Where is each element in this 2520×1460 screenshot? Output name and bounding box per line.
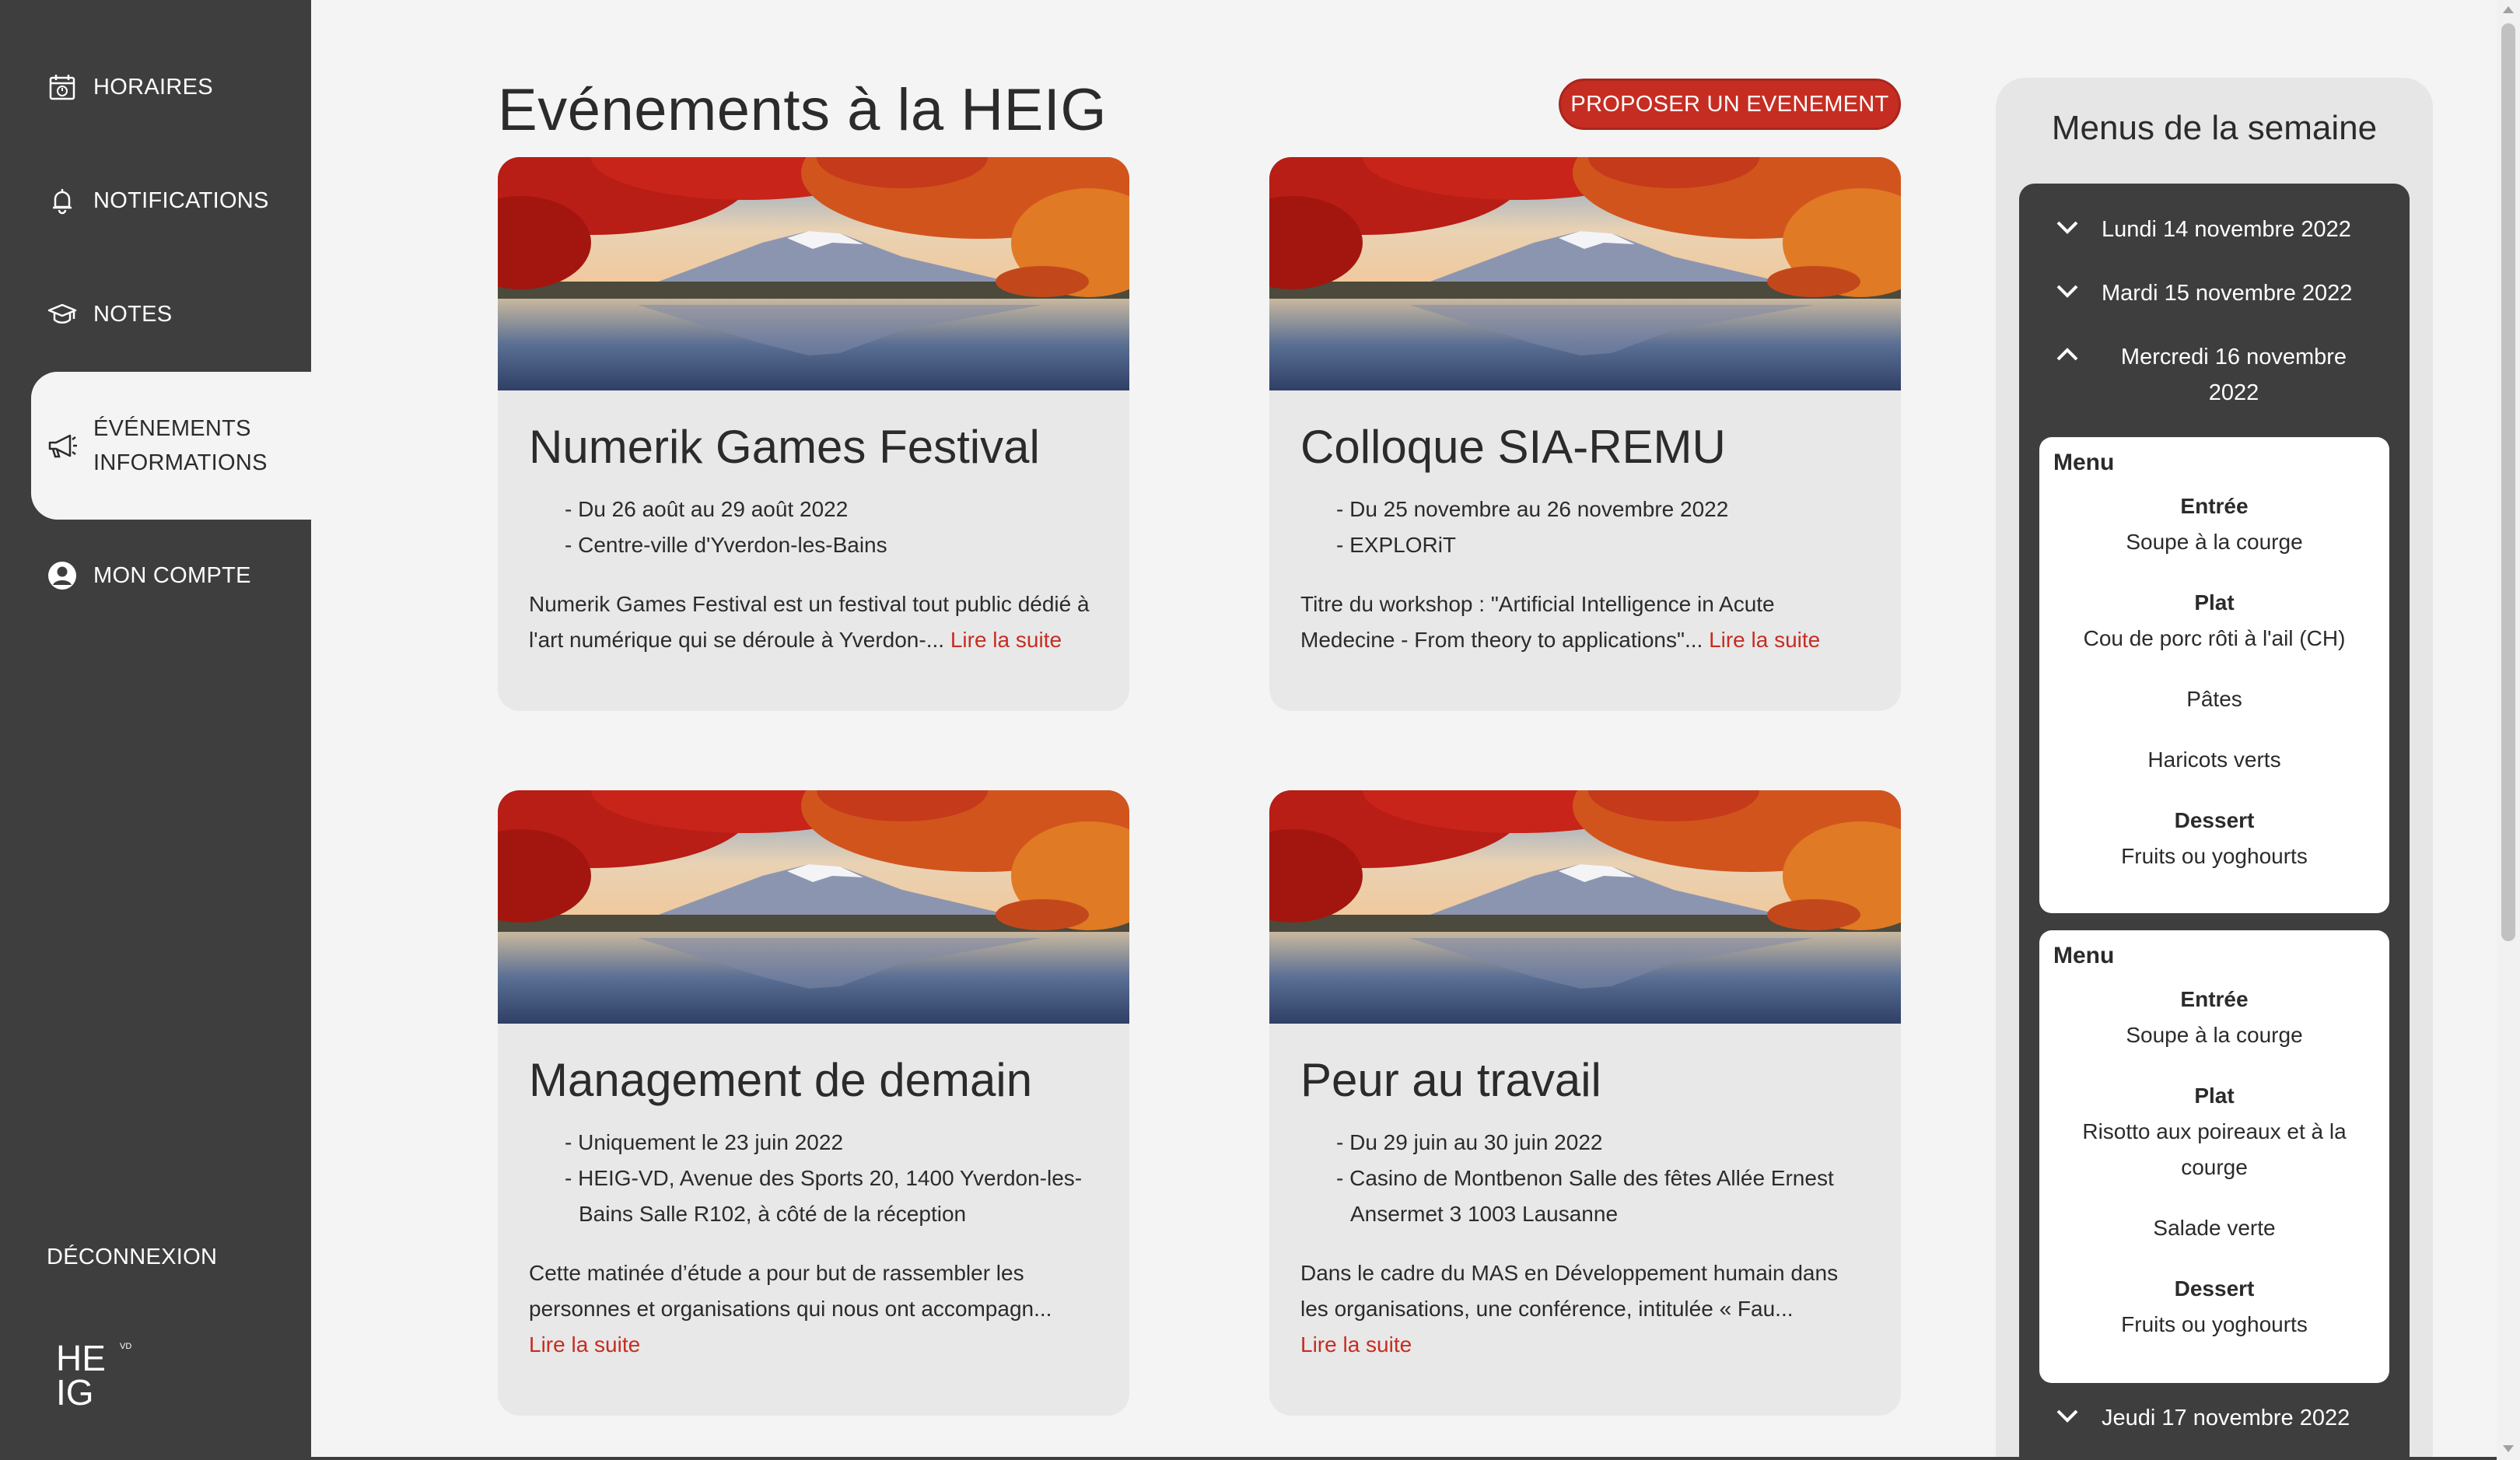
menu-plat-heading: Plat xyxy=(2194,590,2235,614)
chevron-down-icon xyxy=(2056,285,2078,298)
event-date: - Du 26 août au 29 août 2022 xyxy=(565,497,849,521)
menu-card: Menu Entrée Soupe à la courge Plat Risot… xyxy=(2039,930,2389,1383)
scroll-down-arrow-icon[interactable] xyxy=(2503,1445,2514,1452)
event-description: Dans le cadre du MAS en Développement hu… xyxy=(1300,1255,1870,1363)
event-card[interactable]: Management de demain - Uniquement le 23 … xyxy=(498,790,1129,1416)
menu-title: Menu xyxy=(2053,450,2115,475)
menu-title: Menu xyxy=(2053,943,2115,968)
nav-notes[interactable]: NOTES xyxy=(0,297,311,331)
event-card[interactable]: Colloque SIA-REMU - Du 25 novembre au 26… xyxy=(1269,157,1901,711)
day-label: Mercredi 16 novembre 2022 xyxy=(2120,345,2347,405)
read-more-link[interactable]: Lire la suite xyxy=(950,628,1062,652)
menu-dessert-heading: Dessert xyxy=(2174,808,2255,832)
menu-entree-heading: Entrée xyxy=(2180,494,2249,518)
menu-dessert-heading: Dessert xyxy=(2174,1276,2255,1301)
event-date: - Du 29 juin au 30 juin 2022 xyxy=(1336,1130,1603,1154)
event-location: - EXPLORiT xyxy=(1336,533,1457,557)
menu-plat-item: Salade verte xyxy=(2153,1216,2276,1240)
menus-title: Menus de la semaine xyxy=(2051,109,2378,147)
event-location: - Casino de Montbenon Salle des fêtes Al… xyxy=(1336,1166,1834,1226)
day-mercredi[interactable]: Mercredi 16 novembre 2022 xyxy=(2019,339,2410,411)
graduation-cap-icon xyxy=(45,297,79,331)
menu-entree: Soupe à la courge xyxy=(2126,530,2303,554)
event-date: - Du 25 novembre au 26 novembre 2022 xyxy=(1336,497,1729,521)
page-title: Evénements à la HEIG xyxy=(498,77,1108,143)
menu-entree-heading: Entrée xyxy=(2180,987,2249,1011)
menu-plat-item: Pâtes xyxy=(2186,687,2242,711)
user-circle-icon xyxy=(45,558,79,593)
nav-notifications-label: NOTIFICATIONS xyxy=(93,188,269,213)
event-description: Titre du workshop : "Artificial Intellig… xyxy=(1300,586,1870,658)
event-title: Management de demain xyxy=(529,1054,1033,1106)
calendar-icon xyxy=(45,70,79,104)
event-location: - Centre-ville d'Yverdon-les-Bains xyxy=(565,533,887,557)
event-title: Numerik Games Festival xyxy=(529,421,1040,473)
nav-evenements-label: ÉVÉNEMENTS INFORMATIONS xyxy=(93,411,268,480)
scrollbar-thumb[interactable] xyxy=(2501,23,2515,941)
page-scrollbar[interactable] xyxy=(2497,0,2520,1460)
chevron-up-icon xyxy=(2056,348,2078,361)
event-description-text: Dans le cadre du MAS en Développement hu… xyxy=(1300,1261,1839,1321)
day-label: Jeudi 17 novembre 2022 xyxy=(2102,1406,2350,1430)
event-title: Colloque SIA-REMU xyxy=(1300,421,1726,473)
event-image xyxy=(498,790,1129,1024)
event-description: Cette matinée d’étude a pour but de rass… xyxy=(529,1255,1098,1363)
event-description-text: Titre du workshop : "Artificial Intellig… xyxy=(1300,592,1775,652)
read-more-link[interactable]: Lire la suite xyxy=(1300,1332,1412,1357)
read-more-link[interactable]: Lire la suite xyxy=(1709,628,1820,652)
nav-evenements[interactable]: ÉVÉNEMENTS INFORMATIONS xyxy=(31,372,311,520)
menu-entree: Soupe à la courge xyxy=(2126,1023,2303,1047)
event-card[interactable]: Peur au travail - Du 29 juin au 30 juin … xyxy=(1269,790,1901,1416)
nav-evenements-line2: INFORMATIONS xyxy=(93,450,268,475)
menu-card: Menu Entrée Soupe à la courge Plat Cou d… xyxy=(2039,437,2389,913)
bell-icon xyxy=(45,184,79,218)
menu-dessert: Fruits ou yoghourts xyxy=(2121,844,2308,868)
bottom-divider xyxy=(78,1457,2497,1460)
event-card[interactable]: Numerik Games Festival - Du 26 août au 2… xyxy=(498,157,1129,711)
nav-horaires-label: HORAIRES xyxy=(93,75,213,100)
logo-suffix: VD xyxy=(120,1342,131,1351)
day-jeudi[interactable]: Jeudi 17 novembre 2022 xyxy=(2019,1400,2410,1436)
event-details: - Uniquement le 23 juin 2022 - HEIG-VD, … xyxy=(529,1125,1098,1232)
day-label: Lundi 14 novembre 2022 xyxy=(2102,217,2351,242)
nav-mon-compte[interactable]: MON COMPTE xyxy=(0,558,311,593)
heig-logo[interactable]: HE IG VD xyxy=(54,1338,148,1413)
event-description: Numerik Games Festival est un festival t… xyxy=(529,586,1098,658)
read-more-link[interactable]: Lire la suite xyxy=(529,1332,640,1357)
nav-mon-compte-label: MON COMPTE xyxy=(93,563,251,588)
chevron-down-icon xyxy=(2056,221,2078,234)
logo-line2: IG xyxy=(56,1372,94,1408)
megaphone-icon xyxy=(45,429,79,463)
event-image xyxy=(1269,790,1901,1024)
day-lundi[interactable]: Lundi 14 novembre 2022 xyxy=(2019,212,2410,247)
menu-plat-item: Risotto aux poireaux et à la courge xyxy=(2082,1119,2347,1179)
menu-plat-heading: Plat xyxy=(2194,1084,2235,1108)
event-description-text: Cette matinée d’étude a pour but de rass… xyxy=(529,1261,1052,1321)
menu-plat-item: Haricots verts xyxy=(2147,748,2281,772)
nav-notifications[interactable]: NOTIFICATIONS xyxy=(0,184,311,218)
event-date: - Uniquement le 23 juin 2022 xyxy=(565,1130,844,1154)
event-details: - Du 26 août au 29 août 2022 - Centre-vi… xyxy=(529,492,1098,563)
event-image xyxy=(498,157,1129,390)
day-mardi[interactable]: Mardi 15 novembre 2022 xyxy=(2019,275,2410,311)
day-label: Mardi 15 novembre 2022 xyxy=(2102,281,2353,306)
event-image xyxy=(1269,157,1901,390)
menu-plat-item: Cou de porc rôti à l'ail (CH) xyxy=(2083,626,2346,650)
nav-evenements-line1: ÉVÉNEMENTS xyxy=(93,416,251,441)
nav-horaires[interactable]: HORAIRES xyxy=(0,70,311,104)
event-location: - HEIG-VD, Avenue des Sports 20, 1400 Yv… xyxy=(565,1166,1083,1226)
event-details: - Du 25 novembre au 26 novembre 2022 - E… xyxy=(1300,492,1870,563)
nav-notes-label: NOTES xyxy=(93,302,173,327)
chevron-down-icon xyxy=(2056,1409,2078,1423)
logout-link[interactable]: DÉCONNEXION xyxy=(47,1245,217,1270)
menu-dessert: Fruits ou yoghourts xyxy=(2121,1312,2308,1336)
event-title: Peur au travail xyxy=(1300,1054,1601,1106)
sidebar: HORAIRES NOTIFICATIONS NOTES ÉVÉNEMENTS … xyxy=(0,0,311,1460)
propose-event-button[interactable]: PROPOSER UN EVENEMENT xyxy=(1559,79,1901,130)
scroll-up-arrow-icon[interactable] xyxy=(2503,6,2514,13)
event-details: - Du 29 juin au 30 juin 2022 - Casino de… xyxy=(1300,1125,1870,1232)
